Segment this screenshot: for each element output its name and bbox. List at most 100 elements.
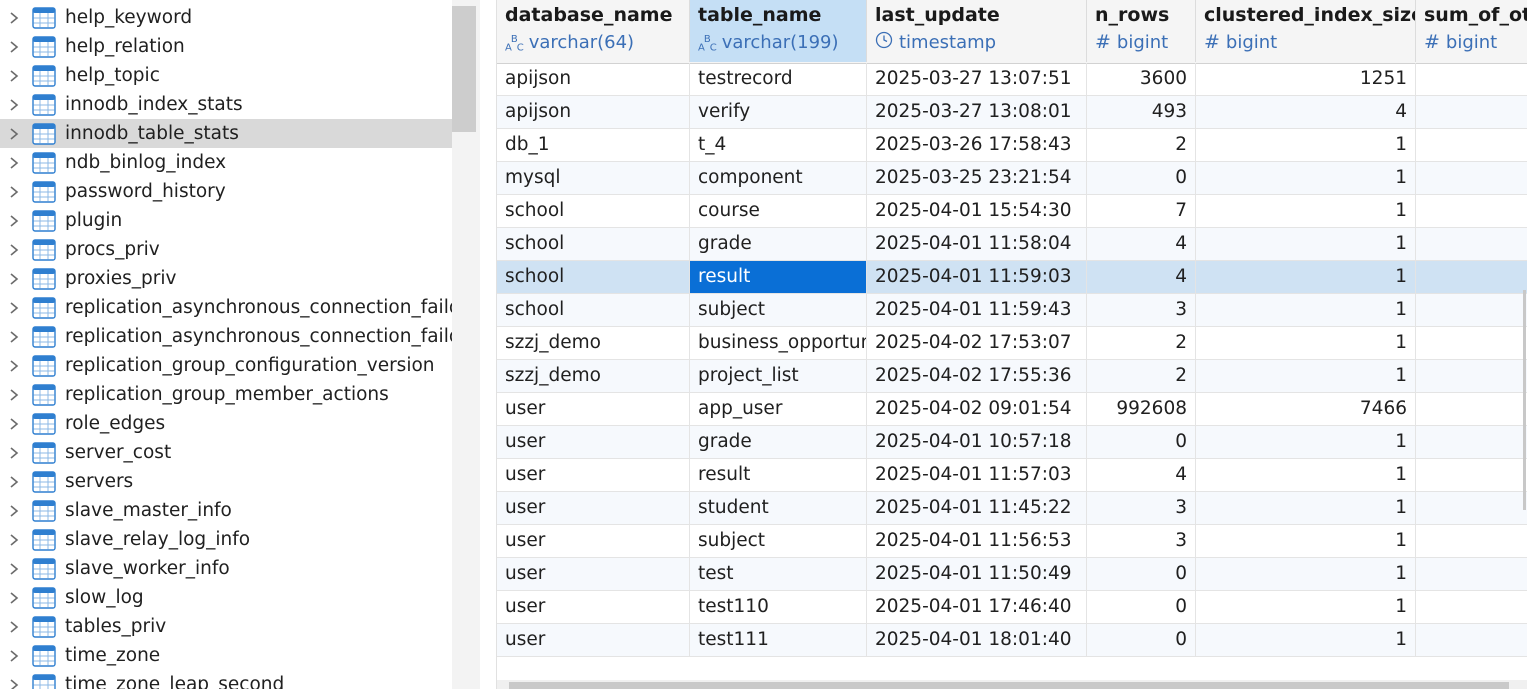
cell-clustered-index-size[interactable]: 1 [1196, 228, 1416, 260]
tree-item[interactable]: slave_master_info [0, 496, 452, 525]
column-header-clustered-index-size[interactable]: clustered_index_size # bigint [1196, 0, 1416, 62]
chevron-right-icon[interactable] [9, 302, 19, 314]
cell-clustered-index-size[interactable]: 1 [1196, 525, 1416, 557]
cell-sum-of-ot[interactable] [1416, 360, 1527, 392]
table-row[interactable]: school result 2025-04-01 11:59:03 4 1 [481, 261, 1527, 294]
cell-n-rows[interactable]: 3 [1087, 294, 1196, 326]
table-row[interactable]: user grade 2025-04-01 10:57:18 0 1 [481, 426, 1527, 459]
column-header-last-update[interactable]: last_update timestamp [867, 0, 1087, 62]
chevron-right-icon[interactable] [9, 650, 19, 662]
cell-clustered-index-size[interactable]: 1 [1196, 558, 1416, 590]
cell-last-update[interactable]: 2025-04-02 17:55:36 [867, 360, 1087, 392]
cell-database-name[interactable]: user [497, 459, 690, 491]
chevron-right-icon[interactable] [9, 331, 19, 343]
cell-clustered-index-size[interactable]: 1 [1196, 129, 1416, 161]
table-row[interactable]: user test110 2025-04-01 17:46:40 0 1 [481, 591, 1527, 624]
chevron-right-icon[interactable] [9, 157, 19, 169]
cell-database-name[interactable]: user [497, 558, 690, 590]
cell-table-name[interactable]: business_opportun [690, 327, 867, 359]
chevron-right-icon[interactable] [9, 186, 19, 198]
cell-database-name[interactable]: school [497, 228, 690, 260]
cell-database-name[interactable]: school [497, 294, 690, 326]
cell-last-update[interactable]: 2025-03-25 23:21:54 [867, 162, 1087, 194]
chevron-right-icon[interactable] [9, 12, 19, 24]
cell-n-rows[interactable]: 0 [1087, 558, 1196, 590]
cell-database-name[interactable]: user [497, 492, 690, 524]
cell-last-update[interactable]: 2025-04-01 11:45:22 [867, 492, 1087, 524]
cell-sum-of-ot[interactable] [1416, 96, 1527, 128]
cell-last-update[interactable]: 2025-04-01 11:59:03 [867, 261, 1087, 293]
cell-clustered-index-size[interactable]: 1 [1196, 195, 1416, 227]
cell-clustered-index-size[interactable]: 1 [1196, 492, 1416, 524]
cell-clustered-index-size[interactable]: 1 [1196, 294, 1416, 326]
table-row[interactable]: user test111 2025-04-01 18:01:40 0 1 [481, 624, 1527, 657]
cell-table-name[interactable]: project_list [690, 360, 867, 392]
tree-item[interactable]: time_zone [0, 641, 452, 670]
tree-item[interactable]: role_edges [0, 409, 452, 438]
cell-database-name[interactable]: user [497, 624, 690, 656]
cell-table-name[interactable]: grade [690, 228, 867, 260]
tree-item[interactable]: help_relation [0, 32, 452, 61]
table-row[interactable]: db_1 t_4 2025-03-26 17:58:43 2 1 [481, 129, 1527, 162]
cell-sum-of-ot[interactable] [1416, 591, 1527, 623]
table-row[interactable]: user subject 2025-04-01 11:56:53 3 1 [481, 525, 1527, 558]
cell-table-name[interactable]: course [690, 195, 867, 227]
cell-clustered-index-size[interactable]: 1 [1196, 591, 1416, 623]
cell-last-update[interactable]: 2025-04-01 15:54:30 [867, 195, 1087, 227]
cell-n-rows[interactable]: 0 [1087, 426, 1196, 458]
row-selector-bar[interactable] [481, 0, 497, 689]
cell-database-name[interactable]: school [497, 195, 690, 227]
chevron-right-icon[interactable] [9, 99, 19, 111]
cell-table-name[interactable]: verify [690, 96, 867, 128]
chevron-right-icon[interactable] [9, 592, 19, 604]
cell-last-update[interactable]: 2025-04-01 18:01:40 [867, 624, 1087, 656]
table-row[interactable]: user result 2025-04-01 11:57:03 4 1 [481, 459, 1527, 492]
cell-last-update[interactable]: 2025-04-02 09:01:54 [867, 393, 1087, 425]
cell-n-rows[interactable]: 3600 [1087, 63, 1196, 95]
cell-sum-of-ot[interactable] [1416, 195, 1527, 227]
tree-item[interactable]: help_keyword [0, 3, 452, 32]
cell-last-update[interactable]: 2025-04-01 11:50:49 [867, 558, 1087, 590]
tree-item[interactable]: innodb_table_stats [0, 119, 452, 148]
cell-clustered-index-size[interactable]: 1 [1196, 162, 1416, 194]
tree-item[interactable]: time_zone_leap_second [0, 670, 452, 689]
cell-n-rows[interactable]: 4 [1087, 459, 1196, 491]
cell-clustered-index-size[interactable]: 1 [1196, 624, 1416, 656]
cell-table-name[interactable]: student [690, 492, 867, 524]
cell-sum-of-ot[interactable] [1416, 162, 1527, 194]
column-header-sum-of-ot[interactable]: sum_of_ot # bigint [1416, 0, 1527, 62]
grid-horizontal-scrollbar-thumb[interactable] [509, 682, 1509, 689]
tree-item[interactable]: replication_asynchronous_connection_fail… [0, 293, 452, 322]
cell-database-name[interactable]: mysql [497, 162, 690, 194]
cell-database-name[interactable]: szzj_demo [497, 360, 690, 392]
cell-n-rows[interactable]: 992608 [1087, 393, 1196, 425]
table-row[interactable]: apijson testrecord 2025-03-27 13:07:51 3600… [481, 63, 1527, 96]
chevron-right-icon[interactable] [9, 534, 19, 546]
cell-sum-of-ot[interactable] [1416, 558, 1527, 590]
table-row[interactable]: szzj_demo business_opportun 2025-04-02 17:… [481, 327, 1527, 360]
chevron-right-icon[interactable] [9, 273, 19, 285]
cell-n-rows[interactable]: 7 [1087, 195, 1196, 227]
cell-last-update[interactable]: 2025-04-01 11:59:43 [867, 294, 1087, 326]
table-row[interactable]: school grade 2025-04-01 11:58:04 4 1 [481, 228, 1527, 261]
cell-database-name[interactable]: user [497, 591, 690, 623]
cell-table-name[interactable]: subject [690, 294, 867, 326]
table-row[interactable]: mysql component 2025-03-25 23:21:54 0 1 [481, 162, 1527, 195]
cell-n-rows[interactable]: 3 [1087, 525, 1196, 557]
cell-database-name[interactable]: apijson [497, 96, 690, 128]
tree-item[interactable]: password_history [0, 177, 452, 206]
cell-sum-of-ot[interactable] [1416, 525, 1527, 557]
cell-sum-of-ot[interactable] [1416, 228, 1527, 260]
cell-n-rows[interactable]: 2 [1087, 129, 1196, 161]
cell-n-rows[interactable]: 0 [1087, 624, 1196, 656]
cell-n-rows[interactable]: 4 [1087, 228, 1196, 260]
tree-item[interactable]: server_cost [0, 438, 452, 467]
chevron-right-icon[interactable] [9, 418, 19, 430]
cell-table-name[interactable]: t_4 [690, 129, 867, 161]
cell-sum-of-ot[interactable] [1416, 129, 1527, 161]
column-header-table-name[interactable]: table_name ABC varchar(199) [690, 0, 867, 62]
tree-scrollbar[interactable] [452, 0, 480, 689]
table-row[interactable]: szzj_demo project_list 2025-04-02 17:55:36… [481, 360, 1527, 393]
chevron-right-icon[interactable] [9, 679, 19, 689]
cell-last-update[interactable]: 2025-04-01 11:58:04 [867, 228, 1087, 260]
